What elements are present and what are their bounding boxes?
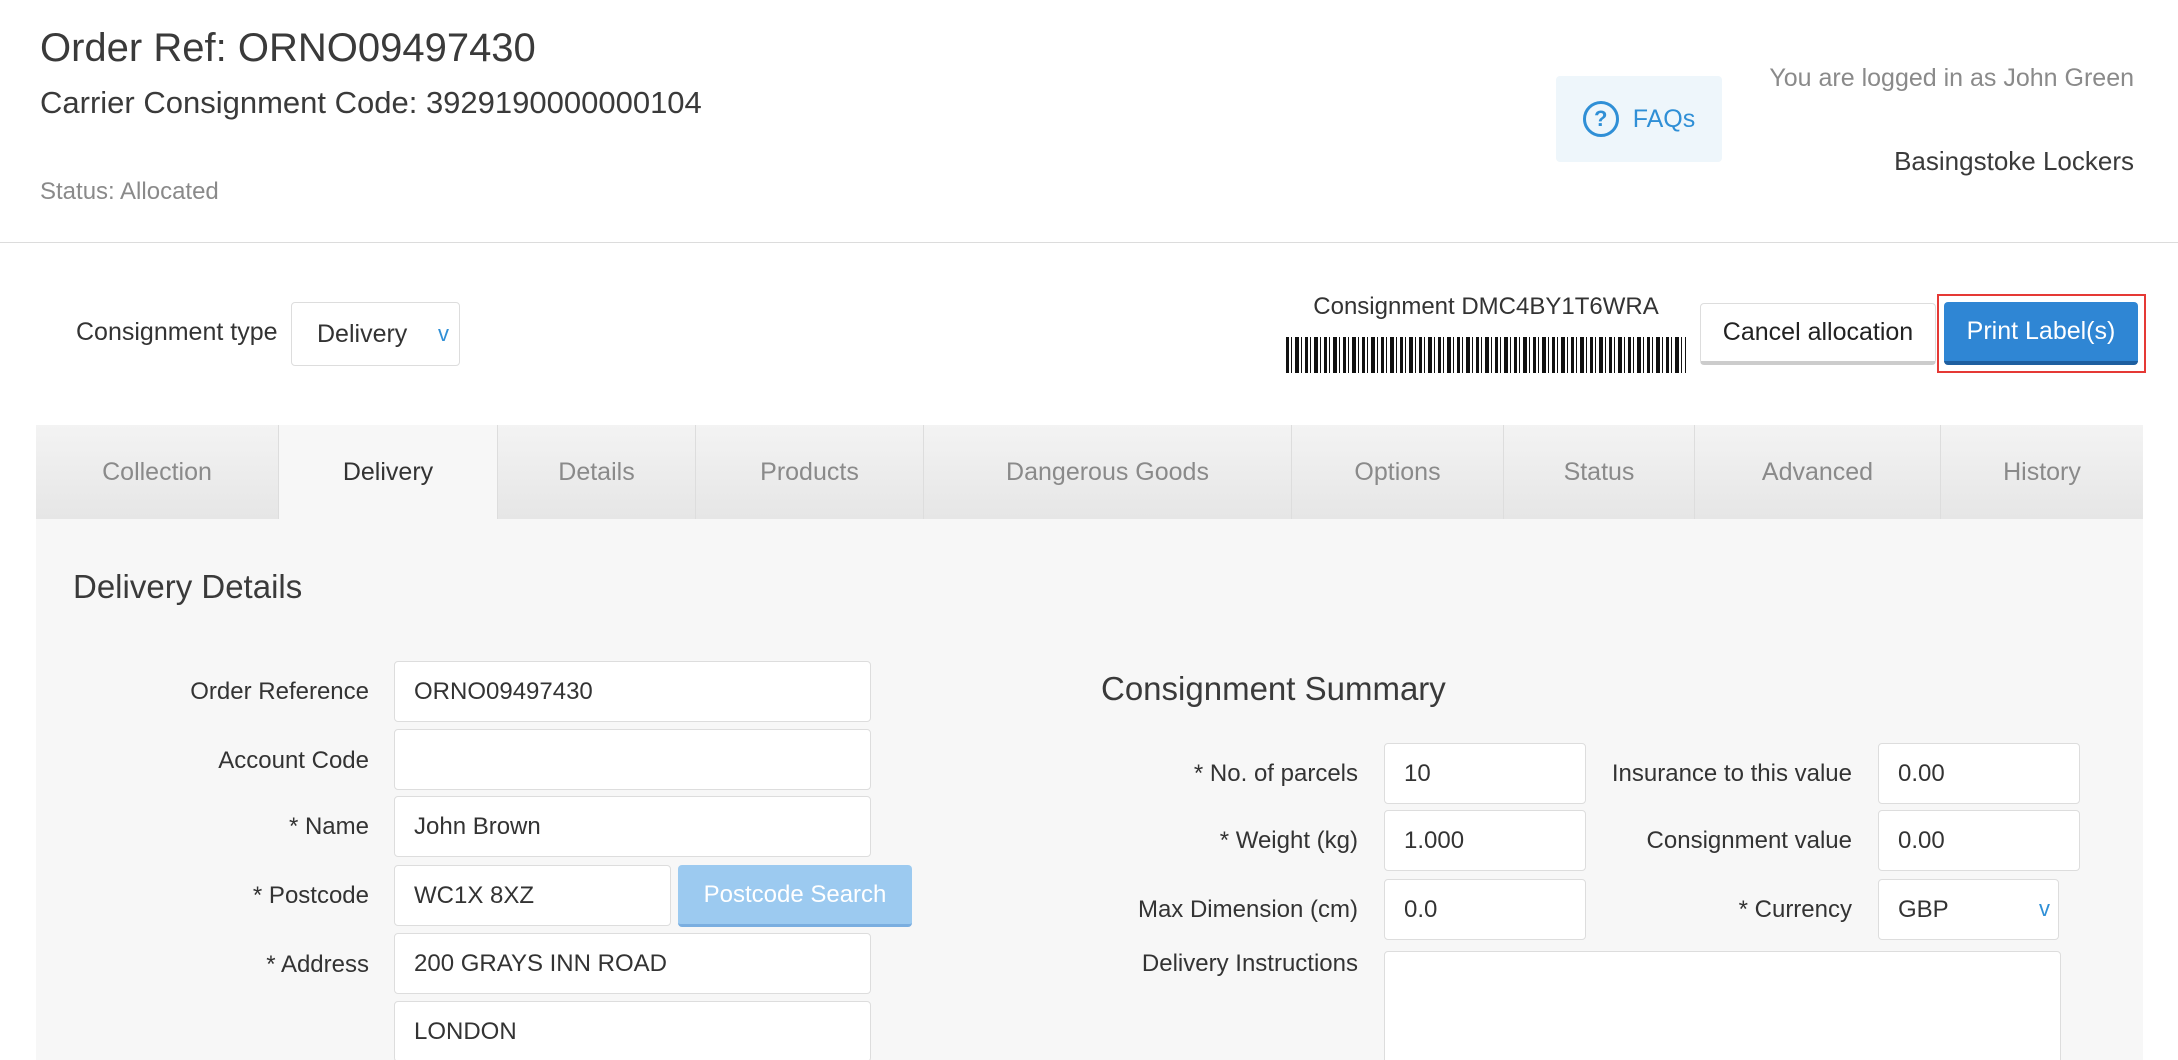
insurance-input[interactable]: 0.00 — [1878, 743, 2080, 804]
consignment-value-label: Consignment value — [1646, 827, 1852, 854]
tab-bar: Collection Delivery Details Products Dan… — [36, 425, 2143, 519]
tab-options[interactable]: Options — [1292, 425, 1504, 519]
currency-select[interactable]: GBP v — [1878, 879, 2059, 940]
name-input[interactable]: John Brown — [394, 796, 871, 857]
order-reference-label: Order Reference — [190, 678, 369, 705]
site-name: Basingstoke Lockers — [1894, 146, 2134, 176]
account-code-label: Account Code — [218, 747, 369, 774]
tab-details[interactable]: Details — [498, 425, 696, 519]
parcels-input[interactable]: 10 — [1384, 743, 1586, 804]
parcels-label: * No. of parcels — [1193, 760, 1358, 787]
print-labels-button[interactable]: Print Label(s) — [1944, 302, 2138, 365]
account-code-input[interactable] — [394, 729, 871, 790]
weight-input[interactable]: 1.000 — [1384, 810, 1586, 871]
carrier-consignment-code: Carrier Consignment Code: 39291900000001… — [40, 85, 702, 120]
insurance-label: Insurance to this value — [1611, 760, 1852, 787]
order-ref-title: Order Ref: ORNO09497430 — [40, 26, 536, 70]
login-status: You are logged in as John Green — [1769, 64, 2134, 92]
consignment-value-input[interactable]: 0.00 — [1878, 810, 2080, 871]
max-dimension-input[interactable]: 0.0 — [1384, 879, 1586, 940]
tab-status[interactable]: Status — [1504, 425, 1695, 519]
postcode-label: * Postcode — [252, 882, 369, 909]
chevron-down-icon: v — [438, 321, 449, 346]
consignment-id: Consignment DMC4BY1T6WRA — [1313, 293, 1659, 320]
delivery-instructions-textarea[interactable] — [1384, 951, 2061, 1060]
weight-label: * Weight (kg) — [1219, 827, 1358, 854]
barcode-image — [1286, 337, 1686, 373]
delivery-details-title: Delivery Details — [73, 568, 303, 605]
faq-label: FAQs — [1632, 104, 1696, 133]
tab-dangerous-goods[interactable]: Dangerous Goods — [924, 425, 1292, 519]
tab-history[interactable]: History — [1941, 425, 2143, 519]
consignment-type-value: Delivery — [317, 319, 408, 348]
faq-button[interactable]: ? FAQs — [1556, 76, 1722, 162]
consignment-type-select[interactable]: Delivery v — [291, 302, 460, 366]
tab-delivery[interactable]: Delivery — [279, 425, 498, 519]
cancel-allocation-button[interactable]: Cancel allocation — [1700, 303, 1936, 365]
name-label: * Name — [288, 813, 369, 840]
address-line2-input[interactable]: LONDON — [394, 1001, 871, 1060]
address-label: * Address — [266, 951, 369, 978]
currency-label: * Currency — [1738, 896, 1852, 923]
question-circle-icon: ? — [1582, 101, 1619, 137]
page-header: Order Ref: ORNO09497430 Carrier Consignm… — [0, 0, 2178, 243]
order-reference-input[interactable]: ORNO09497430 — [394, 661, 871, 722]
tab-collection[interactable]: Collection — [36, 425, 279, 519]
postcode-search-button[interactable]: Postcode Search — [678, 865, 912, 927]
postcode-input[interactable]: WC1X 8XZ — [394, 865, 671, 926]
consignment-summary-title: Consignment Summary — [1101, 670, 1446, 707]
address-line1-input[interactable]: 200 GRAYS INN ROAD — [394, 933, 871, 994]
currency-value: GBP — [1898, 895, 1949, 923]
status-text: Status: Allocated — [40, 178, 219, 205]
delivery-instructions-label: Delivery Instructions — [1141, 950, 1358, 977]
tab-products[interactable]: Products — [696, 425, 924, 519]
max-dimension-label: Max Dimension (cm) — [1137, 896, 1358, 923]
consignment-type-label: Consignment type — [76, 318, 278, 346]
tab-advanced[interactable]: Advanced — [1695, 425, 1941, 519]
chevron-down-icon: v — [2039, 896, 2050, 921]
